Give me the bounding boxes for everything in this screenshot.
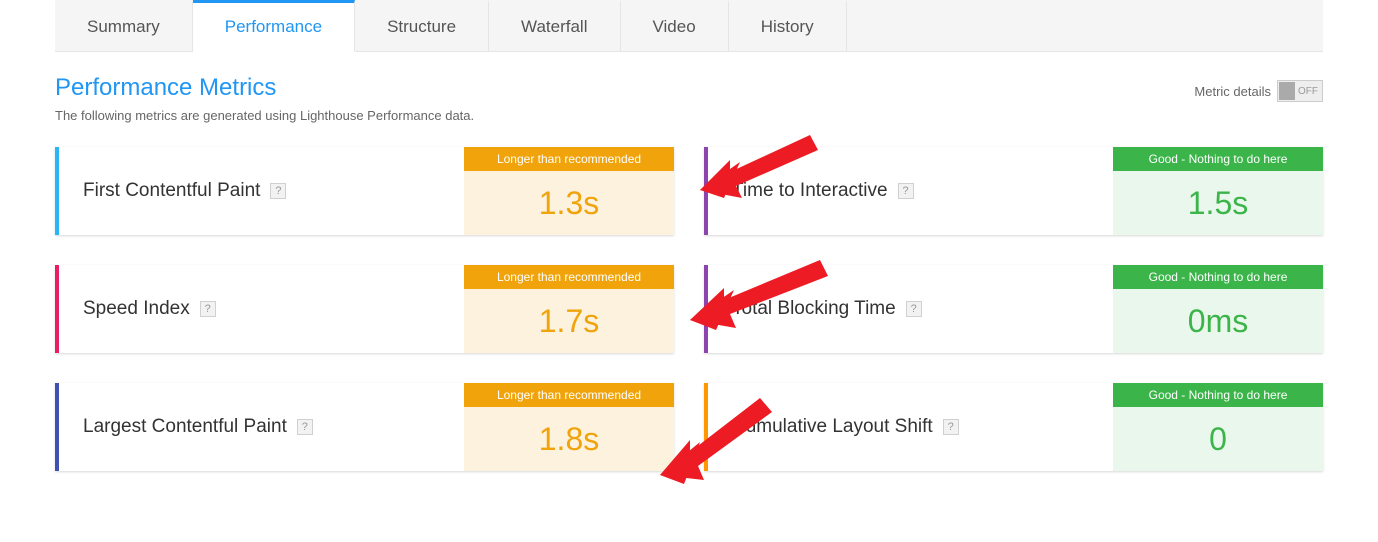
metric-value: 1.7s [464,289,674,353]
tab-performance[interactable]: Performance [193,0,355,52]
metric-status: Longer than recommended [464,147,674,171]
metric-card-cls: Cumulative Layout Shift ? Good - Nothing… [704,383,1323,471]
tab-waterfall[interactable]: Waterfall [489,0,620,51]
metric-card-lcp: Largest Contentful Paint ? Longer than r… [55,383,674,471]
toggle-label: Metric details [1194,84,1271,99]
metric-value: 1.8s [464,407,674,471]
help-icon[interactable]: ? [906,301,922,317]
tab-structure[interactable]: Structure [355,0,489,51]
help-icon[interactable]: ? [297,419,313,435]
help-icon[interactable]: ? [943,419,959,435]
metric-status: Good - Nothing to do here [1113,265,1323,289]
metric-status: Longer than recommended [464,265,674,289]
metric-value: 0 [1113,407,1323,471]
metric-name: Largest Contentful Paint [83,416,287,438]
help-icon[interactable]: ? [898,183,914,199]
section-subtitle: The following metrics are generated usin… [55,108,474,123]
tab-summary[interactable]: Summary [55,0,193,51]
tabs-bar: Summary Performance Structure Waterfall … [55,0,1323,52]
tab-history[interactable]: History [729,0,847,51]
annotation-arrow-icon [660,390,780,490]
metric-value: 1.5s [1113,171,1323,235]
tab-video[interactable]: Video [621,0,729,51]
annotation-arrow-icon [700,120,820,210]
toggle-state: OFF [1298,86,1318,97]
metric-value: 0ms [1113,289,1323,353]
help-icon[interactable]: ? [200,301,216,317]
help-icon[interactable]: ? [270,183,286,199]
metric-details-toggle[interactable]: OFF [1277,80,1323,102]
annotation-arrow-icon [690,248,830,338]
metric-card-fcp: First Contentful Paint ? Longer than rec… [55,147,674,235]
metric-card-si: Speed Index ? Longer than recommended 1.… [55,265,674,353]
metric-name: First Contentful Paint [83,180,260,202]
metric-name: Speed Index [83,298,190,320]
section-title: Performance Metrics [55,74,474,102]
metric-status: Longer than recommended [464,383,674,407]
metric-status: Good - Nothing to do here [1113,147,1323,171]
metric-value: 1.3s [464,171,674,235]
metric-status: Good - Nothing to do here [1113,383,1323,407]
